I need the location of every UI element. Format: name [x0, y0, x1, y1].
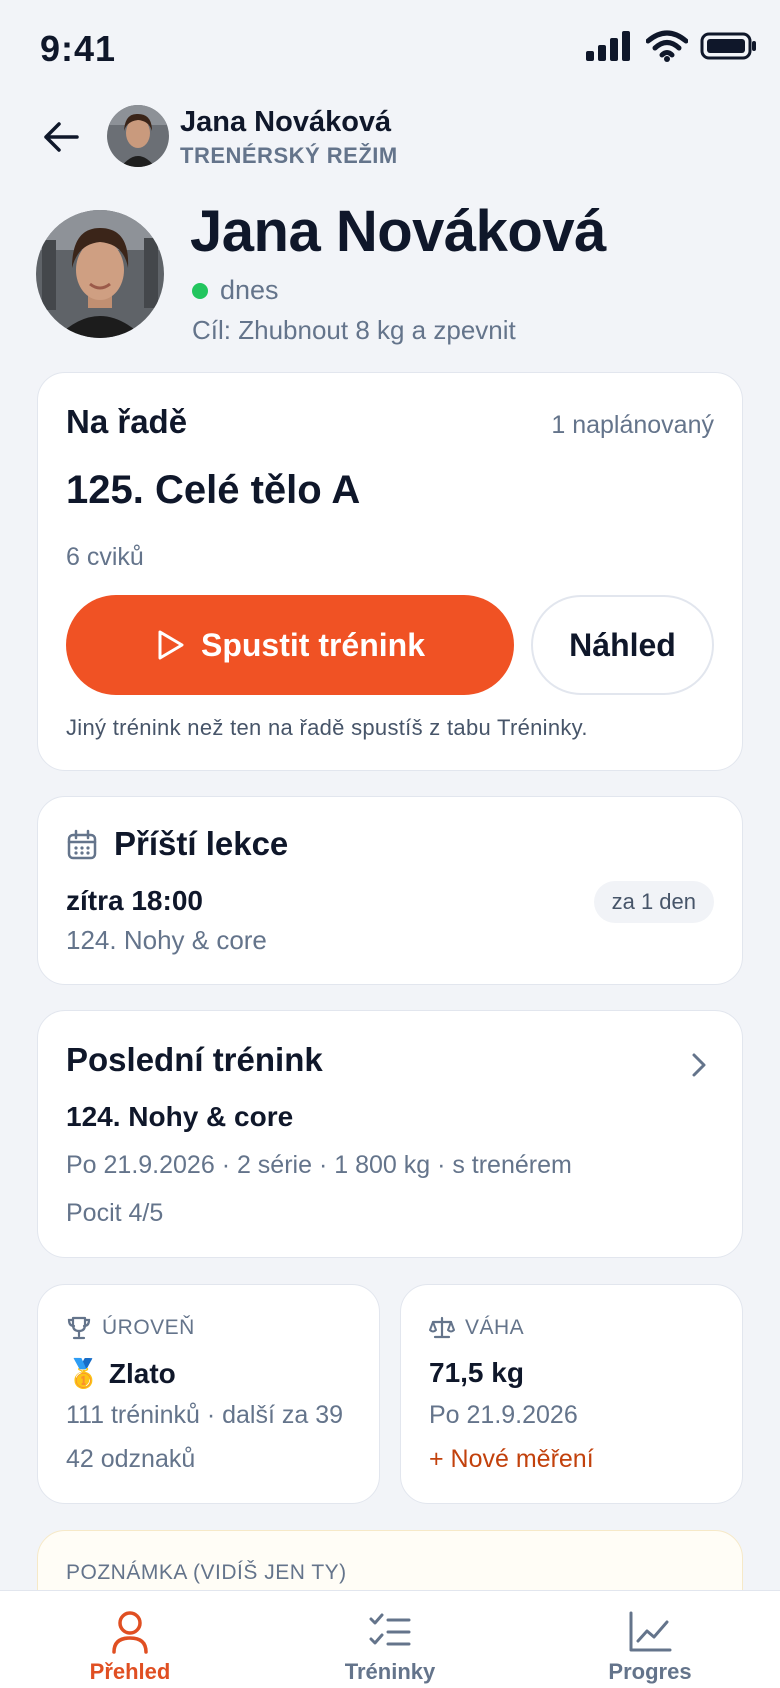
back-button[interactable]	[34, 110, 88, 164]
profile-avatar	[36, 210, 164, 338]
start-workout-button[interactable]: Spustit trénink	[66, 595, 514, 695]
next-card-hint: Jiný trénink než ten na řadě spustíš z t…	[66, 715, 588, 740]
next-card-title: Na řadě	[66, 403, 188, 440]
user-icon	[112, 1611, 148, 1654]
status-icons	[586, 30, 758, 62]
last-workout-name: 124. Nohy & core	[66, 1101, 294, 1132]
last-workout-title: Poslední trénink	[66, 1041, 323, 1078]
tab-progress[interactable]: Progres	[520, 1591, 780, 1688]
last-workout-meta: Po 21.9.2026 · 2 série · 1 800 kg · s tr…	[66, 1151, 572, 1179]
next-lesson-workout: 124. Nohy & core	[66, 925, 267, 955]
profile-name: Jana Nováková	[190, 199, 606, 264]
weight-label: VÁHA	[465, 1316, 525, 1339]
badge-count: 42 odznaků	[66, 1445, 196, 1473]
weight-value: 71,5 kg	[429, 1357, 524, 1388]
tab-overview-label: Přehled	[89, 1659, 171, 1684]
gold-medal-icon: 🥇	[66, 1358, 101, 1389]
signal-icon	[586, 31, 630, 61]
online-status: dnes	[192, 275, 279, 306]
scheduled-count: 1 naplánovaný	[551, 411, 714, 439]
online-dot-icon	[192, 282, 208, 299]
tab-overview[interactable]: Přehled	[0, 1591, 260, 1688]
weight-date: Po 21.9.2026	[429, 1401, 578, 1429]
level-value: Zlato	[108, 1357, 176, 1389]
arrow-left-icon	[44, 122, 79, 152]
tab-progress-label: Progres	[608, 1659, 692, 1684]
new-measurement-link[interactable]: + Nové měření	[429, 1445, 594, 1474]
online-text: dnes	[220, 275, 279, 305]
level-value-row: 🥇 Zlato	[66, 1357, 176, 1390]
wifi-icon	[646, 30, 688, 62]
checklist-icon	[369, 1613, 411, 1646]
start-workout-label: Spustit trénink	[200, 626, 425, 663]
level-progress: 111 tréninků · další za 39	[66, 1401, 344, 1429]
next-workout-card: Na řadě 1 naplánovaný 125. Celé tělo A 6…	[37, 372, 743, 771]
chevron-right-icon	[690, 1051, 708, 1084]
last-workout-feel: Pocit 4/5	[66, 1199, 164, 1227]
calendar-icon	[66, 829, 98, 866]
preview-button[interactable]: Náhled	[531, 595, 714, 695]
header-avatar	[107, 105, 169, 167]
weight-card: VÁHA 71,5 kg Po 21.9.2026 + Nové měření	[400, 1284, 743, 1504]
last-workout-card[interactable]: Poslední trénink 124. Nohy & core Po 21.…	[37, 1010, 743, 1258]
trophy-icon	[67, 1316, 91, 1340]
level-label-row: ÚROVEŇ	[66, 1315, 195, 1341]
header-mode: TRENÉRSKÝ REŽIM	[180, 143, 398, 168]
play-icon	[158, 630, 184, 660]
next-workout-name: 125. Celé tělo A	[66, 468, 361, 512]
next-lesson-time: zítra 18:00	[66, 885, 203, 916]
tab-workouts-label: Tréninky	[344, 1659, 436, 1684]
chart-icon	[629, 1611, 672, 1652]
tab-workouts[interactable]: Tréninky	[260, 1591, 520, 1688]
level-card: ÚROVEŇ 🥇 Zlato 111 tréninků · další za 3…	[37, 1284, 380, 1504]
exercise-count: 6 cviků	[66, 543, 144, 571]
next-lesson-card: Příští lekce zítra 18:00 124. Nohy & cor…	[37, 796, 743, 985]
profile-goal: Cíl: Zhubnout 8 kg a zpevnit	[192, 315, 516, 345]
header-name: Jana Nováková	[180, 106, 392, 138]
level-label: ÚROVEŇ	[102, 1316, 195, 1339]
status-time: 9:41	[40, 28, 117, 69]
note-label: POZNÁMKA (VIDÍŠ JEN TY)	[66, 1561, 347, 1584]
battery-icon	[700, 32, 756, 60]
next-lesson-title: Příští lekce	[114, 825, 289, 862]
weight-label-row: VÁHA	[429, 1315, 524, 1341]
next-lesson-badge: za 1 den	[593, 881, 714, 923]
tab-bar: Přehled Tréninky Progres	[0, 1590, 780, 1688]
scale-icon	[429, 1316, 455, 1339]
